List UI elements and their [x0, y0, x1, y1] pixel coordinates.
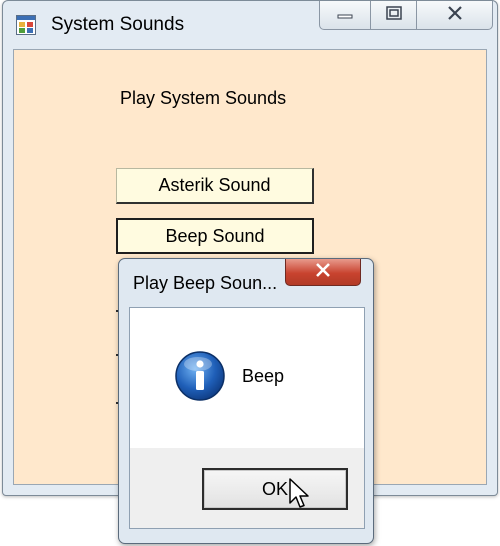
message-box-title: Play Beep Soun...	[133, 273, 278, 293]
app-form-icon	[16, 15, 36, 35]
main-titlebar[interactable]: System Sounds	[3, 1, 497, 47]
heading-label: Play System Sounds	[120, 88, 287, 108]
asterik-sound-button[interactable]: Asterik Sound	[116, 168, 314, 204]
info-icon	[174, 350, 226, 402]
minimize-button[interactable]	[319, 1, 371, 30]
message-box-body: Beep	[129, 307, 365, 449]
close-icon	[314, 262, 332, 283]
minimize-icon	[337, 6, 353, 24]
message-text: Beep	[242, 366, 285, 386]
message-box-footer: OK	[129, 448, 365, 529]
beep-sound-button[interactable]: Beep Sound	[116, 218, 314, 254]
maximize-icon	[385, 5, 403, 26]
maximize-button[interactable]	[371, 1, 417, 30]
ok-button[interactable]: OK	[202, 468, 348, 510]
close-button[interactable]	[417, 1, 493, 30]
close-icon	[446, 5, 464, 26]
window-title: System Sounds	[51, 14, 185, 35]
message-box-close-button[interactable]	[285, 259, 361, 286]
message-box-dialog: Play Beep Soun... Beep OK	[118, 258, 374, 544]
caption-buttons	[319, 1, 493, 31]
